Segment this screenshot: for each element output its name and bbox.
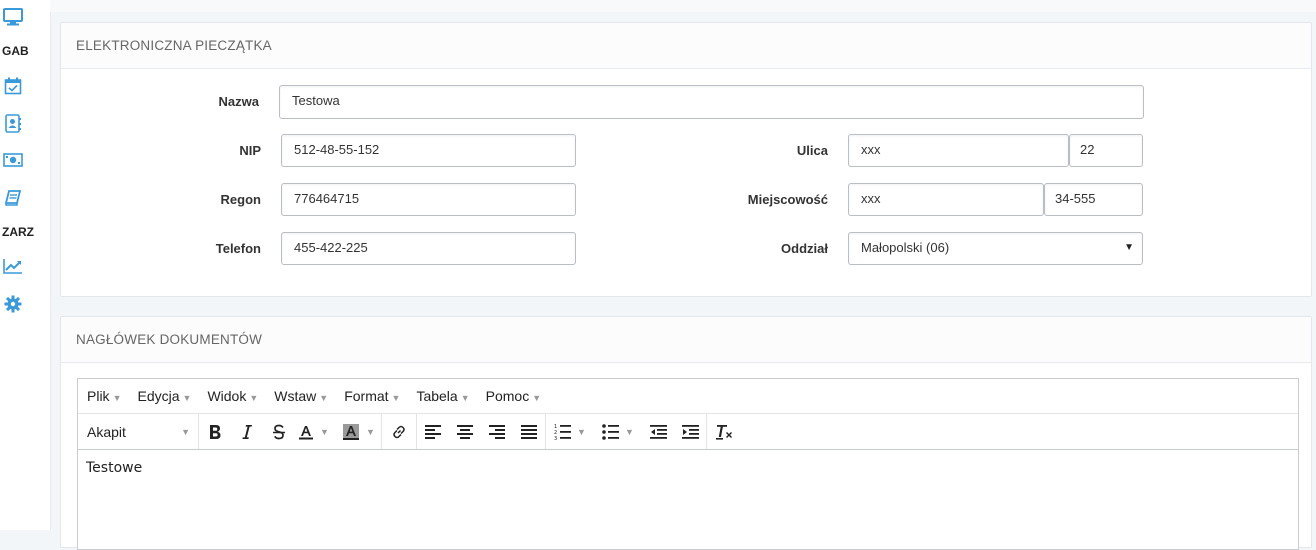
menu-wstaw[interactable]: Wstaw ▼ — [274, 388, 328, 404]
align-justify-button[interactable] — [513, 414, 545, 449]
indent-icon — [681, 424, 699, 439]
bullet-list-icon — [602, 423, 619, 440]
clear-formatting-button[interactable] — [707, 414, 741, 449]
bullet-list-button[interactable]: ▼ — [594, 414, 642, 449]
main-content: ELEKTRONICZNA PIECZĄTKA Nazwa Testowa NI… — [50, 0, 1316, 550]
ulica-input[interactable]: xxx — [848, 134, 1069, 167]
sidebar-item-documents[interactable] — [0, 190, 26, 206]
caret-down-icon: ▼ — [577, 426, 586, 437]
caret-down-icon: ▼ — [366, 426, 375, 437]
align-left-button[interactable] — [417, 414, 449, 449]
caret-down-icon: ▼ — [249, 393, 259, 403]
text-color-icon — [299, 425, 313, 439]
caret-down-icon: ▼ — [181, 426, 190, 437]
sidebar-section-gab: GAB — [2, 44, 29, 58]
editor-toolbar: Akapit ▼ ▼ ▼ 1 2 3 ▼ ▼ — [78, 414, 1298, 450]
calendar-check-icon — [0, 77, 26, 95]
sidebar-item-contacts[interactable] — [0, 114, 26, 133]
sidebar-item-finance[interactable] — [0, 153, 26, 167]
nazwa-label: Nazwa — [218, 94, 259, 109]
svg-text:3: 3 — [554, 436, 557, 440]
caret-down-icon: ▼ — [460, 393, 470, 403]
miejscowosc-input[interactable]: xxx — [848, 183, 1044, 216]
editor-content[interactable]: Testowe — [78, 450, 1298, 486]
gear-icon — [0, 295, 26, 313]
sidebar-item-calendar[interactable] — [0, 77, 26, 95]
book-icon — [0, 190, 26, 206]
miejscowosc-label: Miejscowość — [747, 192, 828, 207]
sidebar-item-settings[interactable] — [0, 295, 26, 313]
align-center-button[interactable] — [449, 414, 481, 449]
monitor-icon — [0, 8, 26, 26]
menu-pomoc[interactable]: Pomoc ▼ — [486, 388, 542, 404]
nip-label: NIP — [239, 143, 261, 158]
menu-tabela[interactable]: Tabela ▼ — [416, 388, 469, 404]
oddzial-select-value: Małopolski (06) — [861, 240, 950, 255]
italic-button[interactable] — [231, 414, 263, 449]
editor-menubar: Plik ▼ Edycja ▼ Widok ▼ Wstaw ▼ Format ▼ Tabe… — [78, 379, 1298, 414]
menu-plik[interactable]: Plik ▼ — [87, 388, 121, 404]
align-center-icon — [457, 424, 473, 439]
header-panel-title: NAGŁÓWEK DOKUMENTÓW — [61, 317, 1311, 363]
regon-label: Regon — [220, 192, 261, 207]
money-icon — [0, 153, 26, 167]
indent-button[interactable] — [674, 414, 706, 449]
rich-text-editor: Plik ▼ Edycja ▼ Widok ▼ Wstaw ▼ Format ▼ Tabe… — [77, 378, 1299, 550]
strikethrough-button[interactable] — [263, 414, 295, 449]
stamp-panel: ELEKTRONICZNA PIECZĄTKA Nazwa Testowa NI… — [60, 22, 1312, 297]
bold-icon — [210, 424, 221, 439]
sidebar-item-dashboard[interactable] — [0, 8, 26, 26]
nazwa-input[interactable]: Testowa — [279, 85, 1144, 119]
top-strip — [50, 0, 1316, 12]
contact-book-icon — [0, 114, 26, 133]
menu-edycja[interactable]: Edycja ▼ — [137, 388, 191, 404]
outdent-icon — [649, 424, 667, 439]
clear-formatting-icon — [716, 424, 732, 440]
telefon-input[interactable]: 455-422-225 — [281, 232, 576, 265]
caret-down-icon: ▼ — [532, 393, 542, 403]
menu-widok[interactable]: Widok ▼ — [207, 388, 258, 404]
telefon-label: Telefon — [215, 241, 261, 256]
postcode-input[interactable]: 34-555 — [1044, 183, 1143, 216]
oddzial-label: Oddział — [781, 241, 828, 256]
stamp-panel-title: ELEKTRONICZNA PIECZĄTKA — [61, 23, 1311, 69]
header-panel: NAGŁÓWEK DOKUMENTÓW Plik ▼ Edycja ▼ Widok ▼… — [60, 316, 1312, 550]
block-format-select[interactable]: Akapit ▼ — [78, 414, 198, 449]
align-right-button[interactable] — [481, 414, 513, 449]
caret-down-icon: ▼ — [112, 393, 122, 403]
numbered-list-icon: 123 — [554, 424, 571, 440]
bold-button[interactable] — [199, 414, 231, 449]
text-color-button[interactable]: ▼ — [295, 414, 333, 449]
numbered-list-button[interactable]: 123 ▼ — [546, 414, 594, 449]
ulica-label: Ulica — [796, 143, 828, 158]
link-button[interactable] — [382, 414, 416, 449]
caret-down-icon: ▼ — [625, 426, 634, 437]
italic-icon — [242, 424, 252, 439]
strikethrough-icon — [273, 424, 285, 439]
house-number-input[interactable]: 22 — [1069, 134, 1143, 167]
link-icon — [393, 425, 405, 438]
caret-down-icon: ▼ — [320, 426, 329, 437]
align-left-icon — [425, 424, 441, 439]
background-color-button[interactable]: ▼ — [333, 414, 381, 449]
chevron-down-icon: ▼ — [1124, 242, 1134, 253]
outdent-button[interactable] — [642, 414, 674, 449]
align-justify-icon — [521, 424, 537, 439]
sidebar-section-zarz: ZARZ — [2, 225, 34, 239]
caret-down-icon: ▼ — [319, 393, 329, 403]
caret-down-icon: ▼ — [182, 393, 192, 403]
nip-input[interactable]: 512-48-55-152 — [281, 134, 576, 167]
sidebar: GAB ZARZ — [0, 0, 51, 530]
menu-format[interactable]: Format ▼ — [344, 388, 400, 404]
caret-down-icon: ▼ — [391, 393, 401, 403]
regon-input[interactable]: 776464715 — [281, 183, 576, 216]
sidebar-item-reports[interactable] — [0, 258, 26, 274]
align-right-icon — [489, 424, 505, 439]
oddzial-select[interactable]: Małopolski (06) ▼ — [848, 232, 1143, 265]
chart-line-icon — [0, 258, 26, 274]
block-format-value: Akapit — [87, 423, 126, 440]
background-color-icon — [343, 423, 359, 440]
